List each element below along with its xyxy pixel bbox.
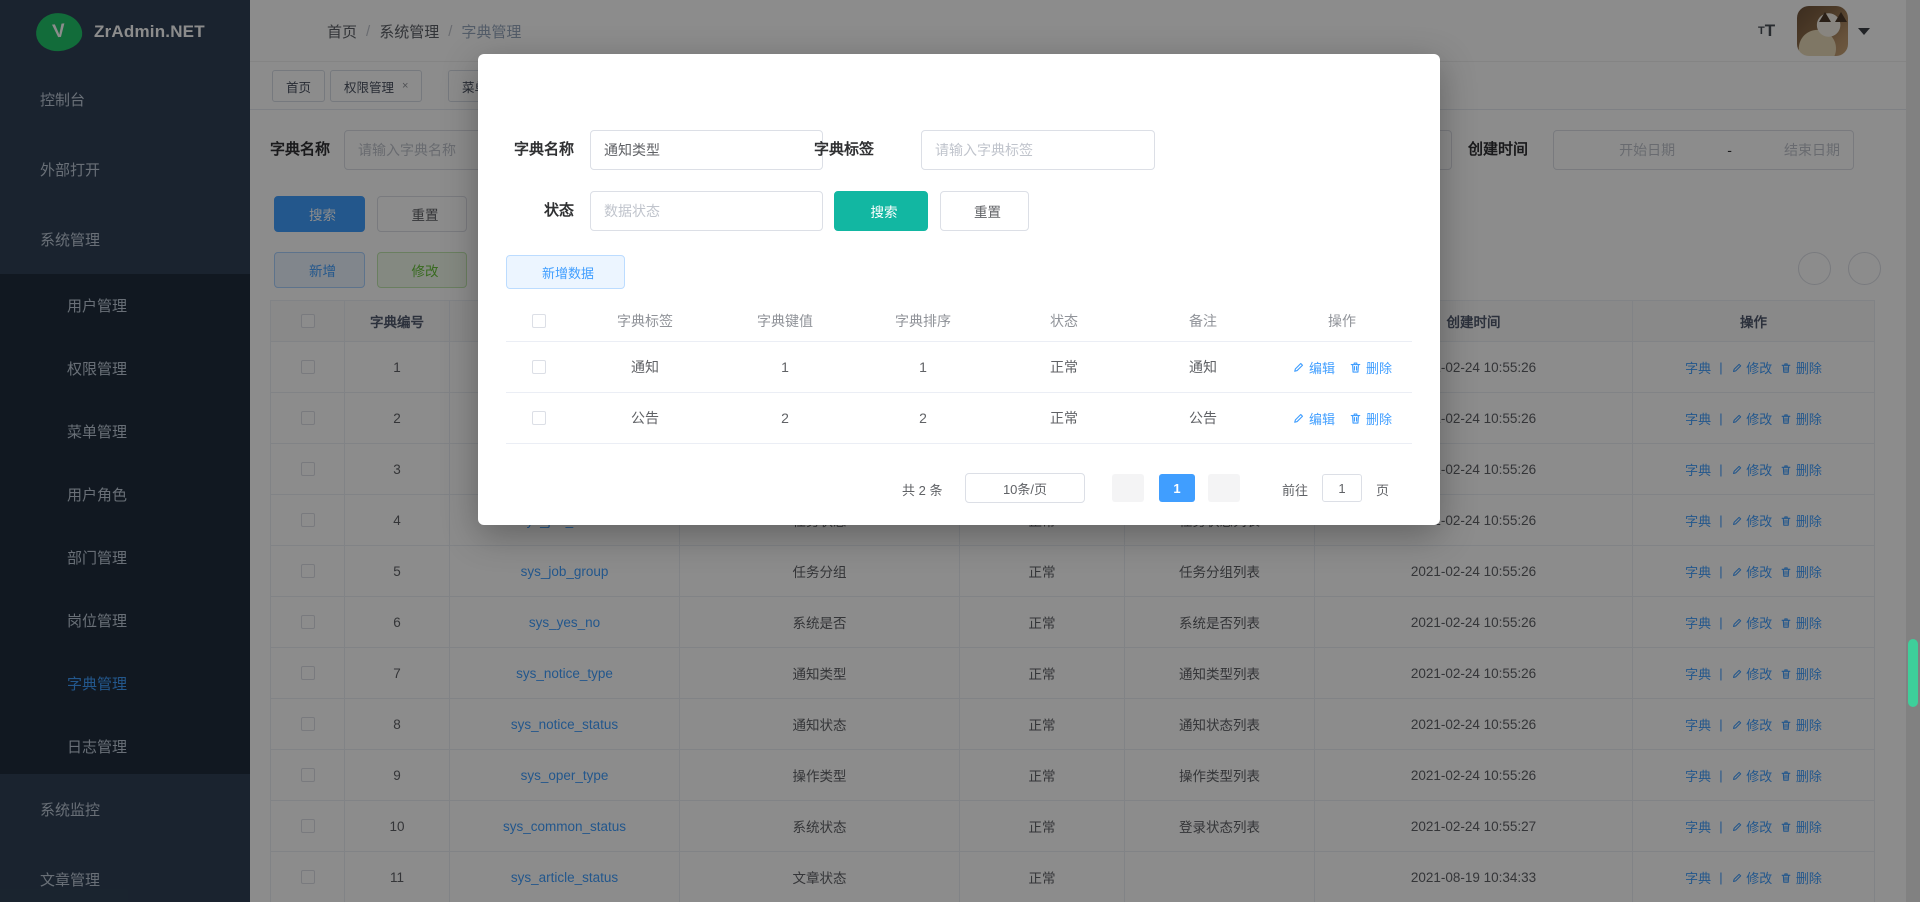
dict-sort-cell: 2 [852,410,994,426]
page-size-value: 10条/页 [1003,479,1047,498]
row-checkbox-cell [506,360,572,374]
dict-value-cell: 2 [718,410,852,426]
dict-label-cell: 通知 [572,357,718,377]
scrollbar-thumb[interactable] [1908,639,1918,707]
modal-delete-link[interactable]: 删除 [1349,358,1392,377]
dict-value-cell: 1 [718,359,852,375]
modal-row-checkbox[interactable] [532,411,546,425]
next-page-button[interactable] [1208,474,1240,502]
add-data-button[interactable]: 新增数据 [506,255,625,289]
remark-cell: 通知 [1134,357,1272,377]
modal-reset-button[interactable]: 重置 [940,191,1029,231]
modal-dict-name-value: 通知类型 [604,140,660,160]
dict-label-cell: 公告 [572,408,718,428]
modal-status-select[interactable]: 数据状态 [590,191,823,231]
modal-edit-link[interactable]: 编辑 [1292,409,1335,428]
app-root: V ZrAdmin.NET 控制台外部打开系统管理系统监控文章管理 用户管理权限… [0,0,1920,902]
add-data-label: 新增数据 [542,263,594,282]
modal-header-cell: 字典键值 [718,311,852,331]
modal-select-all-checkbox[interactable] [532,314,546,328]
modal-search-label: 搜索 [871,201,898,221]
modal-edit-link[interactable]: 编辑 [1292,358,1335,377]
dict-data-dialog: 字典名称 通知类型 字典标签 请输入字典标签 状态 数据状态 搜索 重置 新增数… [478,54,1440,525]
modal-header-cell: 字典排序 [852,311,994,331]
dict-data-table: 字典标签字典键值字典排序状态备注操作通知11正常通知编辑删除公告22正常公告编辑… [506,300,1412,444]
modal-status-placeholder: 数据状态 [604,201,660,221]
modal-row-actions: 编辑删除 [1292,358,1392,377]
page-suffix-label: 页 [1376,480,1389,499]
ops-cell: 编辑删除 [1272,358,1412,377]
modal-header-cell: 状态 [994,311,1134,331]
header-checkbox-cell [506,314,572,328]
modal-header-cell: 字典标签 [572,311,718,331]
remark-cell: 公告 [1134,408,1272,428]
dict-sort-cell: 1 [852,359,994,375]
modal-header-cell: 操作 [1272,311,1412,331]
modal-table-row: 公告22正常公告编辑删除 [506,393,1412,444]
modal-status-label: 状态 [485,191,574,231]
modal-reset-label: 重置 [974,201,1001,221]
modal-dict-name-label: 字典名称 [485,130,574,170]
modal-dict-label-label: 字典标签 [785,130,874,170]
modal-row-actions: 编辑删除 [1292,409,1392,428]
prev-page-button[interactable] [1112,474,1144,502]
goto-page-input[interactable] [1322,474,1362,502]
modal-row-checkbox[interactable] [532,360,546,374]
pagination-total: 共 2 条 [902,480,942,499]
page-size-select[interactable]: 10条/页 [965,473,1085,503]
page-1-button[interactable]: 1 [1159,474,1195,502]
modal-table-row: 通知11正常通知编辑删除 [506,342,1412,393]
modal-dict-label-placeholder: 请输入字典标签 [935,140,1033,160]
modal-table-header: 字典标签字典键值字典排序状态备注操作 [506,300,1412,342]
status-cell: 正常 [994,357,1134,377]
status-cell: 正常 [994,408,1134,428]
modal-header-cell: 备注 [1134,311,1272,331]
ops-cell: 编辑删除 [1272,409,1412,428]
pagination: 共 2 条 10条/页 1 前往 页 [478,471,1412,505]
modal-delete-link[interactable]: 删除 [1349,409,1392,428]
modal-search-button[interactable]: 搜索 [834,191,928,231]
modal-dict-label-input[interactable]: 请输入字典标签 [921,130,1155,170]
goto-label: 前往 [1282,480,1308,499]
row-checkbox-cell [506,411,572,425]
